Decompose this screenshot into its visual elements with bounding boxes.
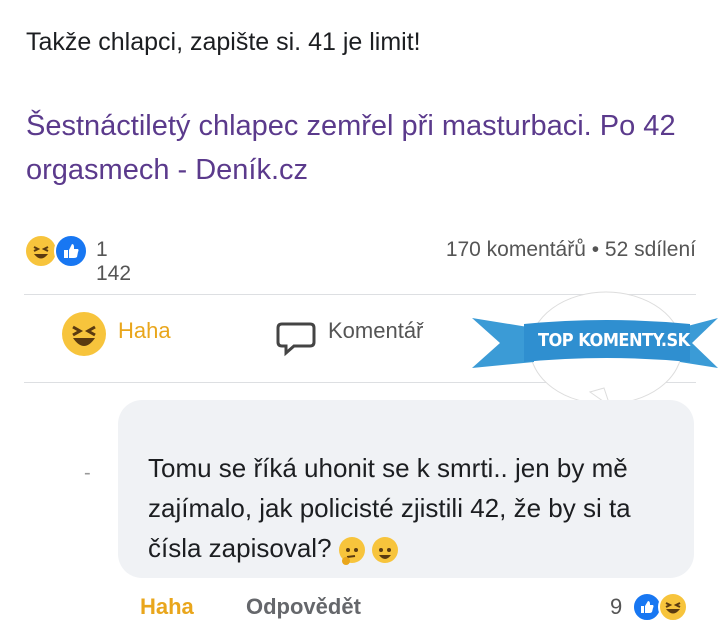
thread-dash: - <box>84 462 91 484</box>
haha-emoji-icon <box>658 592 688 622</box>
comment-icon[interactable] <box>276 320 316 363</box>
comments-shares-count[interactable]: 170 komentářů • 52 sdílení <box>446 238 696 262</box>
reaction-count: 1 142 <box>96 238 132 285</box>
haha-emoji-icon <box>24 234 58 268</box>
link-preview-title[interactable]: Šestnáctiletý chlapec zemřel při masturb… <box>26 104 686 192</box>
comment-text: Tomu se říká uhonit se k smrti.. jen by … <box>148 448 688 568</box>
haha-emoji-icon <box>62 312 106 356</box>
smile-emoji-icon <box>372 537 399 564</box>
thinking-emoji-icon <box>338 537 365 566</box>
like-icon <box>54 234 88 268</box>
comment-button[interactable]: Komentář <box>328 318 423 344</box>
haha-button[interactable]: Haha <box>118 318 171 344</box>
reply-button[interactable]: Odpovědět <box>246 594 361 620</box>
commenter-name-redacted <box>136 410 196 432</box>
comment-reaction-count[interactable]: 9 <box>610 594 622 620</box>
comment-footer: Haha Odpovědět 9 <box>140 590 700 622</box>
post-stats: 1 142 170 komentářů • 52 sdílení <box>24 232 696 285</box>
post-text: Takže chlapci, zapište si. 41 je limit! <box>26 28 421 56</box>
comment-haha-button[interactable]: Haha <box>140 594 194 620</box>
badge-text: TOP KOMENTY.SK <box>538 330 690 351</box>
